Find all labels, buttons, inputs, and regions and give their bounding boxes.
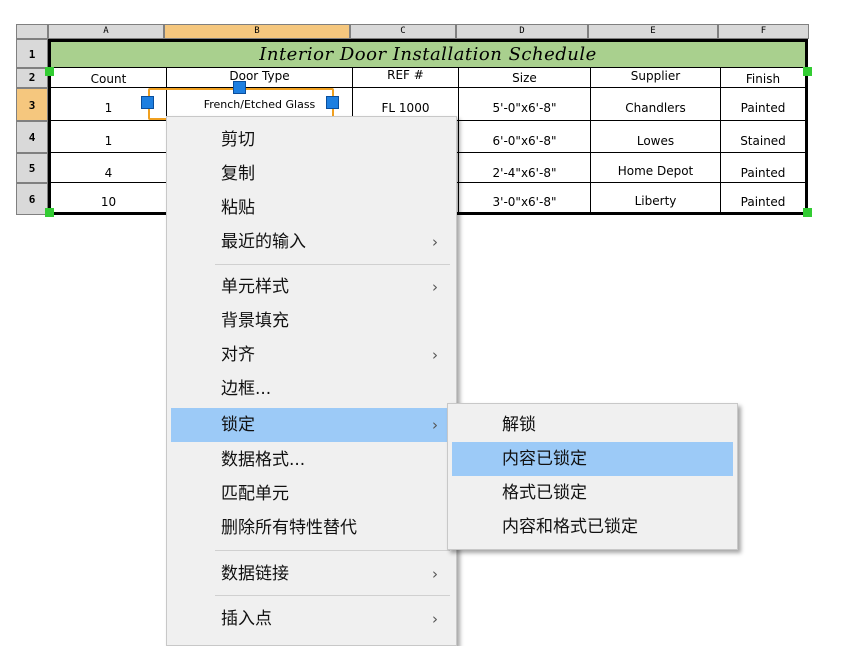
menu-item-label: 对齐	[221, 345, 255, 365]
grip-handle-icon[interactable]	[326, 96, 339, 109]
column-header-e[interactable]: E	[588, 24, 718, 39]
cell-e4[interactable]: Lowes	[591, 121, 721, 153]
menu-item-lock[interactable]: 锁定 ›	[171, 408, 452, 442]
submenu-arrow-icon: ›	[432, 565, 438, 583]
menu-item-borders[interactable]: 边框...	[171, 372, 452, 406]
menu-item-label: 粘贴	[221, 198, 255, 218]
header-supplier[interactable]: Supplier	[591, 68, 721, 88]
cell-a6[interactable]: 10	[51, 183, 167, 212]
cell-e6[interactable]: Liberty	[591, 183, 721, 212]
cell-d3[interactable]: 5'-0"x6'-8"	[459, 88, 591, 121]
cell-f5[interactable]: Painted	[721, 153, 805, 183]
row-header-3[interactable]: 3	[16, 88, 48, 121]
menu-item-label: 锁定	[221, 415, 255, 435]
cell-d4[interactable]: 6'-0"x6'-8"	[459, 121, 591, 153]
menu-item-label: 匹配单元	[221, 484, 289, 504]
submenu-item-content-locked[interactable]: 内容已锁定	[452, 442, 733, 476]
row-header-2[interactable]: 2	[16, 68, 48, 88]
grip-handle-icon[interactable]	[803, 208, 812, 217]
menu-item-cell-style[interactable]: 单元样式 ›	[171, 270, 452, 304]
context-menu: 剪切 复制 粘贴 最近的输入 › 单元样式 › 背景填充 对齐 › 边框... 锁定 ›…	[166, 116, 457, 646]
menu-separator	[215, 264, 450, 265]
menu-separator	[215, 595, 450, 596]
cell-f6[interactable]: Painted	[721, 183, 805, 212]
menu-item-alignment[interactable]: 对齐 ›	[171, 338, 452, 372]
menu-item-label: 插入点	[221, 609, 272, 629]
menu-item-paste[interactable]: 粘贴	[171, 191, 452, 225]
menu-item-label: 格式已锁定	[502, 483, 587, 503]
submenu-arrow-icon: ›	[432, 278, 438, 296]
menu-item-match-cell[interactable]: 匹配单元	[171, 477, 452, 511]
submenu-arrow-icon: ›	[432, 346, 438, 364]
submenu-item-format-locked[interactable]: 格式已锁定	[452, 476, 733, 510]
menu-item-label: 复制	[221, 164, 255, 184]
menu-item-label: 背景填充	[221, 311, 289, 331]
lock-submenu: 解锁 内容已锁定 格式已锁定 内容和格式已锁定	[447, 403, 738, 550]
menu-item-background-fill[interactable]: 背景填充	[171, 304, 452, 338]
header-door-type[interactable]: Door Type	[167, 68, 353, 88]
menu-item-label: 删除所有特性替代	[221, 518, 357, 538]
header-size[interactable]: Size	[459, 68, 591, 88]
row-header-1[interactable]: 1	[16, 39, 48, 68]
menu-item-data-link[interactable]: 数据链接 ›	[171, 557, 452, 591]
menu-item-label: 单元样式	[221, 277, 289, 297]
menu-item-recent-input[interactable]: 最近的输入 ›	[171, 225, 452, 259]
menu-item-remove-overrides[interactable]: 删除所有特性替代	[171, 511, 452, 545]
grip-handle-icon[interactable]	[141, 96, 154, 109]
menu-item-insert-point[interactable]: 插入点 ›	[171, 602, 452, 636]
submenu-item-content-and-format-locked[interactable]: 内容和格式已锁定	[452, 510, 733, 544]
row-header-5[interactable]: 5	[16, 153, 48, 183]
submenu-arrow-icon: ›	[432, 610, 438, 628]
menu-item-label: 最近的输入	[221, 232, 306, 252]
row-header-6[interactable]: 6	[16, 183, 48, 215]
cell-a4[interactable]: 1	[51, 121, 167, 153]
menu-separator	[215, 550, 450, 551]
cell-a5[interactable]: 4	[51, 153, 167, 183]
sheet-corner[interactable]	[16, 24, 48, 39]
menu-item-label: 内容已锁定	[502, 449, 587, 469]
table-title[interactable]: Interior Door Installation Schedule	[51, 42, 805, 68]
grip-handle-icon[interactable]	[45, 208, 54, 217]
header-count[interactable]: Count	[51, 68, 167, 88]
cell-d5[interactable]: 2'-4"x6'-8"	[459, 153, 591, 183]
grip-handle-icon[interactable]	[45, 67, 54, 76]
grip-handle-icon[interactable]	[803, 67, 812, 76]
cell-e5[interactable]: Home Depot	[591, 153, 721, 183]
submenu-arrow-icon: ›	[432, 416, 438, 434]
cell-f4[interactable]: Stained	[721, 121, 805, 153]
column-header-d[interactable]: D	[456, 24, 588, 39]
menu-item-label: 数据格式...	[221, 450, 306, 470]
row-header-4[interactable]: 4	[16, 121, 48, 153]
menu-item-label: 数据链接	[221, 564, 289, 584]
menu-item-label: 解锁	[502, 415, 536, 435]
menu-item-copy[interactable]: 复制	[171, 157, 452, 191]
grip-handle-icon[interactable]	[233, 81, 246, 94]
column-header-a[interactable]: A	[48, 24, 164, 39]
column-header-c[interactable]: C	[350, 24, 456, 39]
column-header-b[interactable]: B	[164, 24, 350, 39]
cell-e3[interactable]: Chandlers	[591, 88, 721, 121]
menu-item-cut[interactable]: 剪切	[171, 123, 452, 157]
menu-item-label: 剪切	[221, 130, 255, 150]
menu-item-data-format[interactable]: 数据格式...	[171, 443, 452, 477]
submenu-arrow-icon: ›	[432, 233, 438, 251]
menu-item-label: 内容和格式已锁定	[502, 517, 638, 537]
cell-d6[interactable]: 3'-0"x6'-8"	[459, 183, 591, 212]
header-ref[interactable]: REF #	[353, 68, 459, 88]
menu-item-label: 边框...	[221, 379, 272, 399]
column-header-f[interactable]: F	[718, 24, 809, 39]
submenu-item-unlock[interactable]: 解锁	[452, 408, 733, 442]
header-finish[interactable]: Finish	[721, 68, 805, 88]
cell-f3[interactable]: Painted	[721, 88, 805, 121]
